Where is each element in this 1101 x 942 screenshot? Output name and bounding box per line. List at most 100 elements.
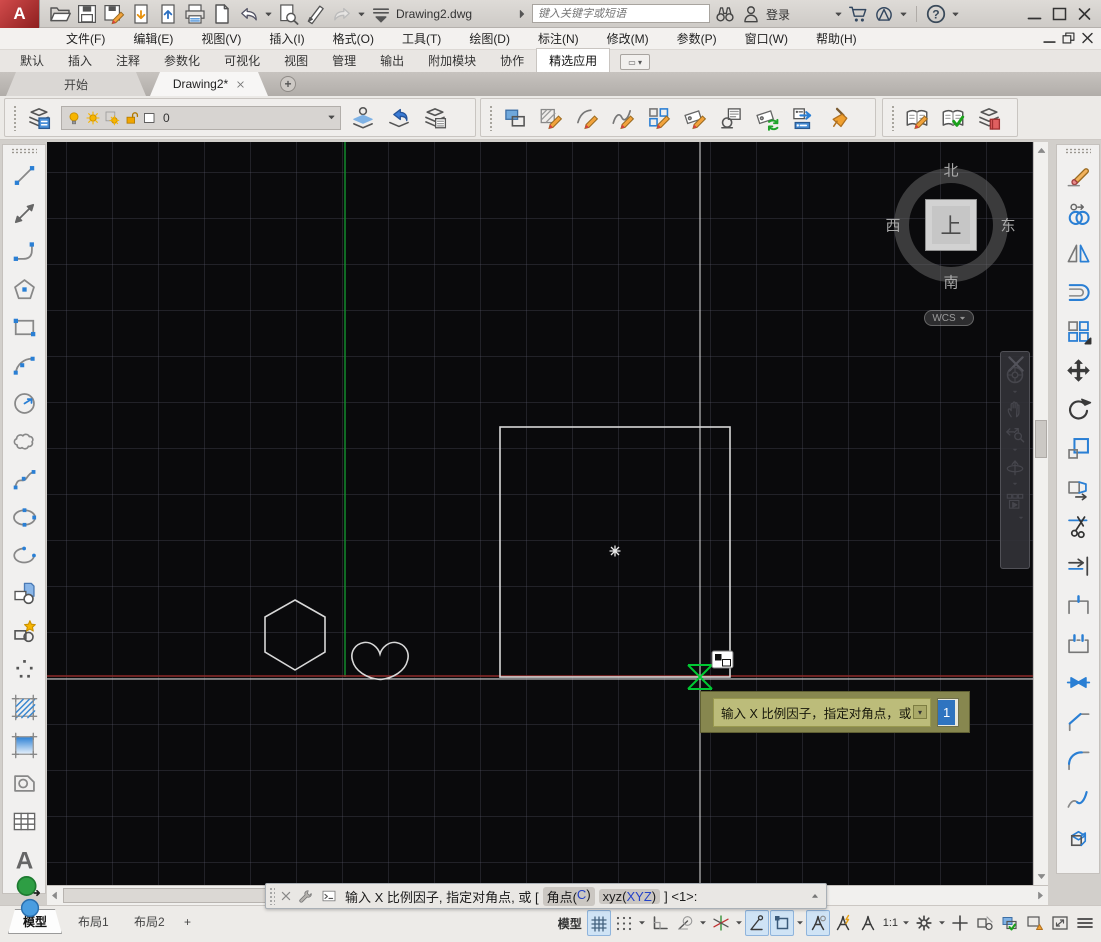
spline-button[interactable] (5, 460, 43, 498)
ribbon-tab-parametric[interactable]: 参数化 (152, 49, 212, 72)
ribbon-tab-insert[interactable]: 插入 (56, 49, 104, 72)
save-button[interactable] (75, 3, 99, 25)
layer-combo-caret-icon[interactable] (327, 113, 336, 122)
break-button[interactable] (1059, 624, 1097, 663)
layer-vp-freeze-icon[interactable] (104, 110, 120, 126)
layer-previous-button[interactable] (381, 101, 417, 135)
navigation-wheel-icon[interactable] (1004, 364, 1026, 386)
menu-view[interactable]: 视图(V) (187, 28, 255, 49)
scale-caret[interactable] (901, 910, 911, 936)
toolbar-grip[interactable] (1065, 148, 1091, 154)
stretch-button[interactable] (1059, 468, 1097, 507)
snap-caret[interactable] (637, 910, 647, 936)
annotation-visibility-toggle[interactable] (806, 910, 830, 936)
osnap-caret[interactable] (795, 910, 805, 936)
command-line-grip[interactable] (269, 887, 275, 905)
viewcube-west[interactable]: 西 (885, 215, 900, 236)
ribbon-tab-manage[interactable]: 管理 (320, 49, 368, 72)
polar-caret[interactable] (698, 910, 708, 936)
drawing-canvas[interactable]: 北 南 西 东 上 WCS 输入 X 比例因子，指定对角点，或 ▾ (47, 142, 1033, 885)
array-edit-button[interactable] (641, 101, 677, 135)
ribbon-collapse-button[interactable]: ▭ ▾ (620, 54, 650, 70)
layer-properties-button[interactable] (21, 101, 57, 135)
menu-draw[interactable]: 绘图(D) (455, 28, 524, 49)
file-tab-drawing2[interactable]: Drawing2* (150, 72, 268, 96)
create-block-button[interactable] (5, 612, 43, 650)
vertical-scrollbar[interactable] (1033, 142, 1048, 885)
hardware-acceleration-button[interactable] (998, 910, 1022, 936)
dynamic-input-options-icon[interactable]: ▾ (913, 705, 927, 719)
trim-button[interactable] (1059, 507, 1097, 546)
gradient-button[interactable] (5, 726, 43, 764)
isodraft-toggle[interactable] (709, 910, 733, 936)
ribbon-tab-view[interactable]: 视图 (272, 49, 320, 72)
auto-annotation-toggle[interactable] (831, 910, 855, 936)
ribbon-tab-annotate[interactable]: 注释 (104, 49, 152, 72)
search-box[interactable] (532, 4, 710, 23)
menu-format[interactable]: 格式(O) (319, 28, 388, 49)
ellipse-arc-button[interactable] (5, 536, 43, 574)
hatch-button[interactable] (5, 688, 43, 726)
ribbon-tab-home[interactable]: 默认 (8, 49, 56, 72)
layer-translator-button[interactable] (971, 101, 1007, 135)
caret-down-button[interactable] (357, 3, 366, 25)
new-sheet-button[interactable] (210, 3, 234, 25)
copy-nested-button[interactable] (497, 101, 533, 135)
explode-button[interactable] (1059, 819, 1097, 858)
menu-edit[interactable]: 编辑(E) (119, 28, 187, 49)
layout1-tab[interactable]: 布局1 (64, 909, 123, 934)
sketch-button[interactable] (303, 3, 327, 25)
ribbon-tab-visualize[interactable]: 可视化 (212, 49, 272, 72)
doc-restore-button[interactable] (1059, 29, 1078, 47)
layer-on-icon[interactable] (66, 110, 82, 126)
file-tab-start[interactable]: 开始 (6, 72, 146, 96)
isodraft-caret[interactable] (734, 910, 744, 936)
ellipse-button[interactable] (5, 498, 43, 536)
toolbar-grip[interactable] (13, 105, 18, 131)
menu-help[interactable]: 帮助(H) (802, 28, 871, 49)
help-caret-icon[interactable] (951, 10, 960, 19)
search-input[interactable] (533, 5, 709, 22)
standards-check-button[interactable] (935, 101, 971, 135)
ribbon-tab-collaborate[interactable]: 协作 (488, 49, 536, 72)
ribbon-tab-addins[interactable]: 附加模块 (416, 49, 488, 72)
help-icon[interactable]: ? (925, 3, 947, 25)
spline-edit-button[interactable] (605, 101, 641, 135)
search-icon[interactable] (714, 3, 736, 25)
menu-window[interactable]: 窗口(W) (731, 28, 802, 49)
scroll-right-icon[interactable] (1034, 889, 1047, 902)
layout2-tab[interactable]: 布局2 (120, 909, 179, 934)
preview-button[interactable] (276, 3, 300, 25)
undo-button[interactable] (237, 3, 261, 25)
scroll-down-icon[interactable] (1035, 870, 1048, 883)
layer-color-swatch[interactable] (142, 110, 158, 126)
annotation-monitor-button[interactable] (948, 910, 972, 936)
command-line[interactable]: 输入 X 比例因子, 指定对角点, 或 [ 角点(C) xyz(XYZ) ] <… (265, 883, 827, 909)
polar-toggle[interactable] (673, 910, 697, 936)
command-option-xyz[interactable]: xyz(XYZ) (599, 889, 660, 904)
command-customize-icon[interactable] (297, 888, 313, 904)
attribute-manager-button[interactable] (713, 101, 749, 135)
layer-manager-button[interactable] (417, 101, 453, 135)
line-button[interactable] (5, 156, 43, 194)
navbar-caret-icon[interactable] (1015, 514, 1027, 522)
standards-edit-button[interactable] (899, 101, 935, 135)
command-option-corner[interactable]: 角点(C) (543, 887, 595, 906)
navbar-caret-icon[interactable] (1009, 480, 1021, 488)
scale-button[interactable] (1059, 429, 1097, 468)
purge-button[interactable] (821, 101, 857, 135)
open-folder-button[interactable] (48, 3, 72, 25)
workspace-caret[interactable] (937, 910, 947, 936)
minimize-button[interactable] (1024, 4, 1045, 24)
a360-icon[interactable] (873, 3, 895, 25)
table-button[interactable] (5, 802, 43, 840)
pan-icon[interactable] (1004, 398, 1026, 420)
save-to-mobile-button[interactable] (129, 3, 153, 25)
rotate-button[interactable] (1059, 390, 1097, 429)
redo-disabled-button[interactable] (330, 3, 354, 25)
command-prompt-icon[interactable] (318, 888, 340, 904)
viewcube-top-face[interactable]: 上 (925, 199, 977, 251)
open-from-mobile-button[interactable] (156, 3, 180, 25)
model-space-label[interactable]: 模型 (558, 915, 582, 932)
menu-tools[interactable]: 工具(T) (388, 28, 455, 49)
